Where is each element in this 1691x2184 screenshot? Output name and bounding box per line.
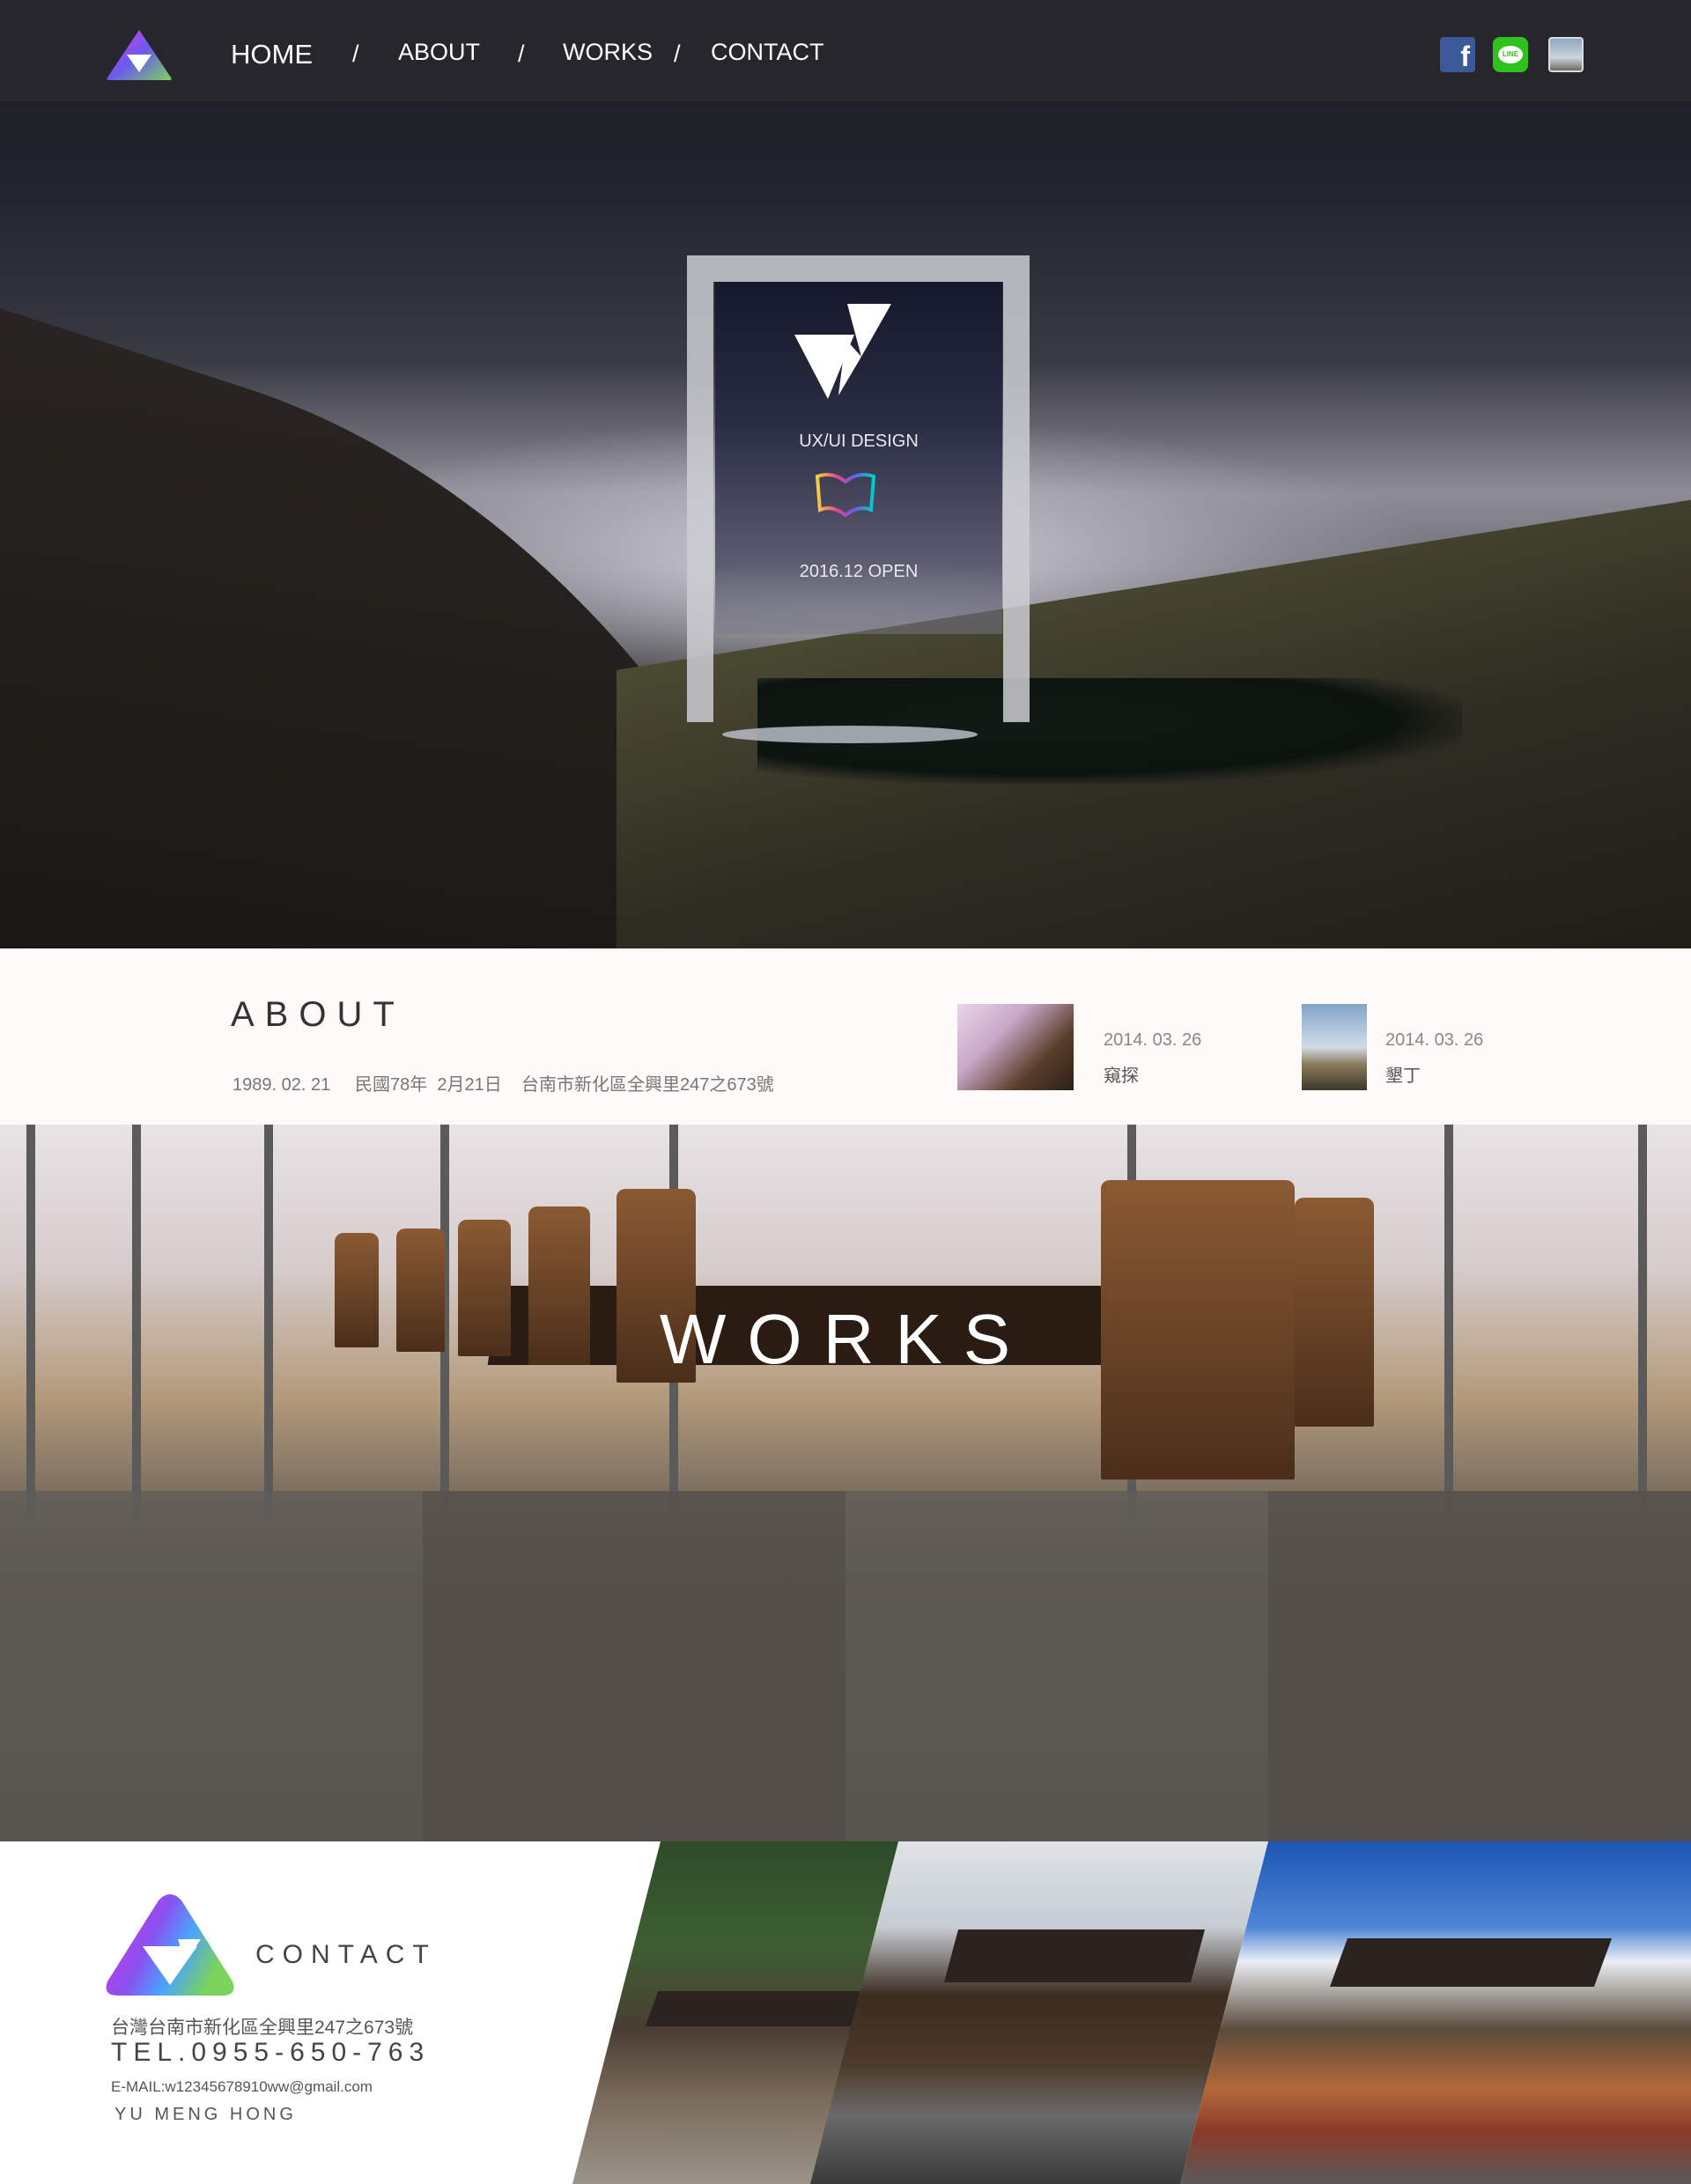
news-thumbnail[interactable]	[1302, 1004, 1367, 1090]
nav-home-link[interactable]: HOME	[231, 39, 313, 70]
work-item[interactable]	[0, 1491, 423, 1841]
news-date: 2014. 03. 26	[1385, 1030, 1484, 1050]
contact-title: CONTACT	[255, 1940, 437, 1969]
contact-photo	[1180, 1841, 1691, 2184]
about-title: ABOUT	[231, 995, 405, 1034]
open-book-icon	[815, 473, 876, 517]
contact-address: 台灣台南市新化區全興里247之673號	[111, 2018, 414, 2038]
contact-name: YU MENG HONG	[114, 2105, 297, 2124]
nav-about-link[interactable]: ABOUT	[398, 39, 480, 66]
work-item[interactable]	[423, 1491, 846, 1841]
hero-tagline: UX/UI DESIGN	[799, 432, 919, 451]
nav-separator: /	[674, 41, 681, 67]
news-date: 2014. 03. 26	[1104, 1030, 1202, 1050]
nav-separator: /	[352, 41, 359, 67]
brand-logo-icon[interactable]	[106, 28, 173, 81]
line-icon[interactable]: LINE	[1493, 37, 1528, 72]
hero-lake	[722, 726, 978, 743]
facebook-icon[interactable]: f	[1440, 37, 1475, 72]
nav-separator: /	[518, 41, 525, 67]
line-icon-label: LINE	[1498, 46, 1523, 63]
contact-email[interactable]: E-MAIL:w12345678910ww@gmail.com	[111, 2078, 373, 2096]
avatar-icon[interactable]	[1548, 37, 1584, 72]
hero-open-date: 2016.12 OPEN	[799, 562, 919, 581]
nav-works-link[interactable]: WORKS	[563, 39, 653, 66]
contact-phone[interactable]: TEL.0955-650-763	[111, 2038, 430, 2068]
nav-contact-link[interactable]: CONTACT	[711, 39, 824, 66]
news-title[interactable]: 窺探	[1104, 1061, 1139, 1087]
news-thumbnail[interactable]	[957, 1004, 1074, 1090]
about-info: 1989. 02. 21 民國78年 2月21日 台南市新化區全興里247之67…	[233, 1075, 774, 1095]
works-grid	[0, 1491, 1691, 1841]
contact-logo-icon	[106, 1894, 234, 1996]
works-title: WORKS	[659, 1300, 1032, 1378]
work-item[interactable]	[1268, 1491, 1691, 1841]
hero-logo-icon	[794, 304, 891, 399]
news-title[interactable]: 墾丁	[1385, 1061, 1421, 1087]
work-item[interactable]	[846, 1491, 1268, 1841]
